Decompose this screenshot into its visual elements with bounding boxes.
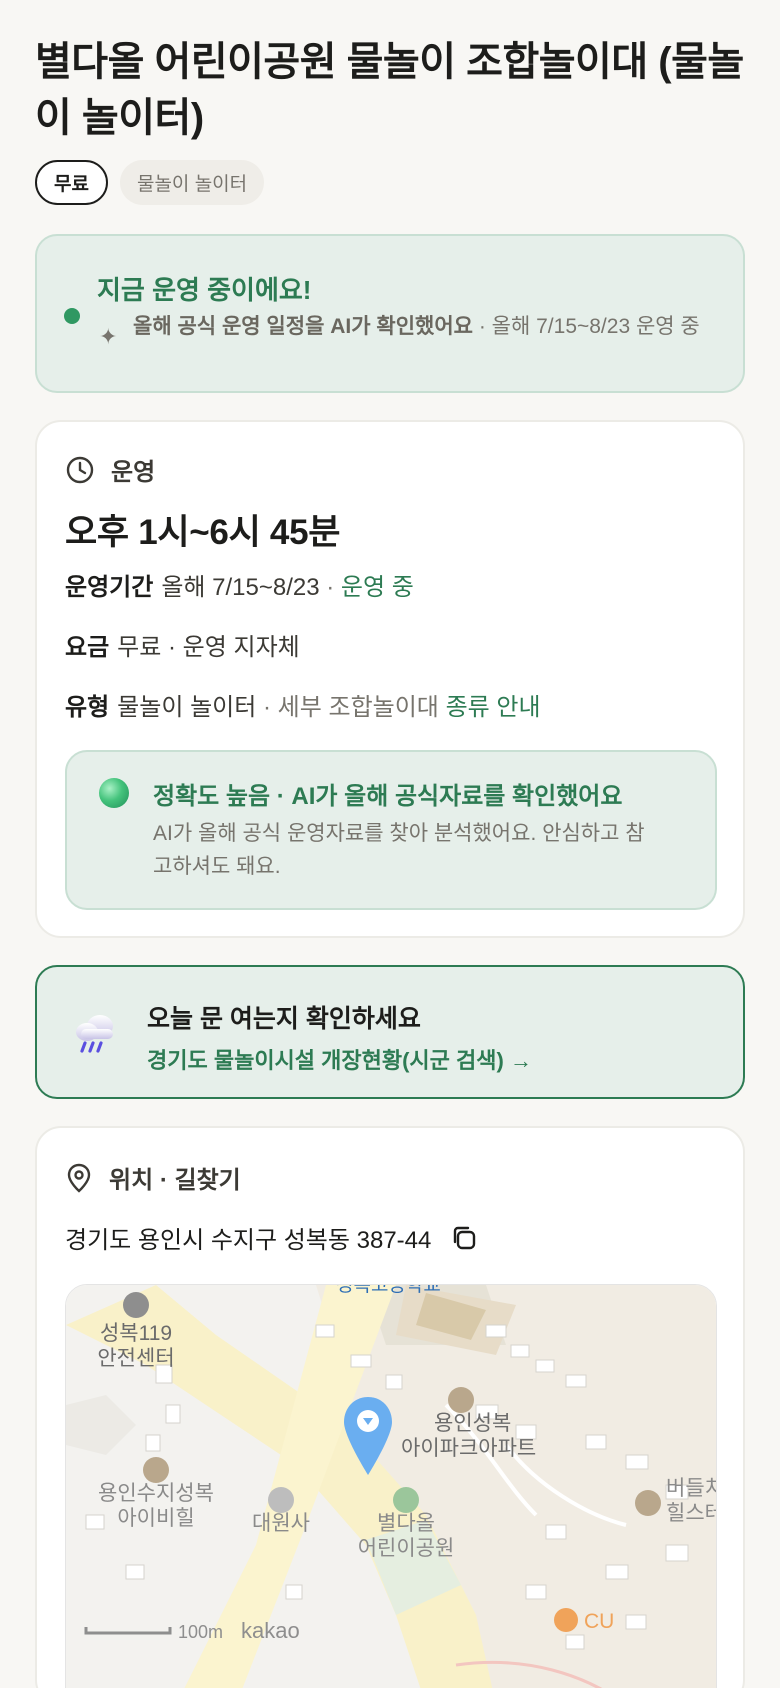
status-title: 지금 운영 중이에요! xyxy=(97,275,312,305)
location-pin-icon xyxy=(67,1163,91,1193)
type-row: 유형 물놀이 놀이터 · 세부 조합놀이대 종류 안내 xyxy=(65,687,541,722)
location-map[interactable]: 성복고등학교 성복119 안전센터 용인성복 아이파크아파트 용인수지성복 아이… xyxy=(65,1284,717,1688)
period-key: 운영기간 xyxy=(65,574,154,601)
accuracy-orb-icon xyxy=(99,778,129,808)
period-status: 운영 중 xyxy=(340,574,414,601)
period-row: 운영기간 올해 7/15~8/23 · 운영 중 xyxy=(65,567,414,602)
map-label-fire-2: 안전센터 xyxy=(97,1347,174,1370)
type-detail: · 세부 조합놀이대 xyxy=(256,694,439,721)
map-label-east-2: 힐스테 xyxy=(666,1502,717,1525)
location-header: 위치 · 길찾기 xyxy=(65,1160,241,1195)
map-label-east-1: 버들치 xyxy=(666,1477,717,1500)
fee-key: 요금 xyxy=(65,634,110,661)
map-canvas[interactable]: 성복고등학교 성복119 안전센터 용인성복 아이파크아파트 용인수지성복 아이… xyxy=(66,1285,717,1688)
copy-icon[interactable] xyxy=(449,1223,479,1253)
accuracy-title: 정확도 높음 · AI가 올해 공식자료를 확인했어요 xyxy=(153,783,623,810)
page: 별다올 어린이공원 물놀이 조합놀이대 (물놀이 놀이터) 무료 물놀이 놀이터… xyxy=(0,0,780,1688)
type-guide-link[interactable]: 종류 안내 xyxy=(446,694,541,721)
accuracy-box: 정확도 높음 · AI가 올해 공식자료를 확인했어요 AI가 올해 공식 운영… xyxy=(65,750,717,910)
map-label-apt1-1: 용인성복 xyxy=(434,1412,511,1435)
clock-icon xyxy=(66,456,94,483)
open-check-banner[interactable]: 오늘 문 여는지 확인하세요 경기도 물놀이시설 개장현황(시군 검색) → xyxy=(35,965,745,1099)
operating-hours: 오후 1시~6시 45분 xyxy=(65,513,341,552)
tag-chips: 무료 물놀이 놀이터 xyxy=(35,160,265,205)
sparkle-icon: ✦ xyxy=(99,324,118,349)
page-title: 별다올 어린이공원 물놀이 조합놀이대 (물놀이 놀이터) xyxy=(35,40,744,140)
map-brand: kakao xyxy=(241,1618,300,1643)
park-icon xyxy=(393,1487,419,1513)
map-label-apt2-1: 용인수지성복 xyxy=(98,1482,214,1505)
map-label-school: 성복고등학교 xyxy=(336,1285,441,1296)
check-status-link[interactable]: 경기도 물놀이시설 개장현황(시군 검색) → xyxy=(147,1043,532,1075)
period-sep: · xyxy=(319,574,341,601)
status-dot-icon xyxy=(64,308,80,324)
apartment-icon-3 xyxy=(635,1490,661,1516)
apartment-icon-1 xyxy=(448,1387,474,1413)
operation-header: 운영 xyxy=(65,452,155,487)
temple-icon xyxy=(268,1487,294,1513)
chip-category[interactable]: 물놀이 놀이터 xyxy=(119,160,265,205)
fee-row: 요금 무료 · 운영 지자체 xyxy=(65,627,300,662)
type-value: 물놀이 놀이터 xyxy=(117,694,257,721)
fee-value: 무료 · 운영 지자체 xyxy=(117,634,300,661)
map-label-store: CU xyxy=(584,1610,614,1633)
operation-card: 운영 오후 1시~6시 45분 운영기간 올해 7/15~8/23 · 운영 중 … xyxy=(35,420,745,938)
chip-free[interactable]: 무료 xyxy=(35,160,108,205)
accuracy-body: AI가 올해 공식 운영자료를 찾아 분석했어요. 안심하고 참고하셔도 돼요. xyxy=(153,822,645,878)
status-detail: · 올해 7/15~8/23 운영 중 xyxy=(472,315,700,338)
map-label-fire-1: 성복119 xyxy=(100,1322,172,1345)
map-label-park-1: 별다올 xyxy=(377,1512,435,1535)
map-label-temple: 대원사 xyxy=(252,1512,310,1535)
apartment-icon-2 xyxy=(143,1457,169,1483)
map-scale: 100m xyxy=(178,1622,223,1642)
map-label-park-2: 어린이공원 xyxy=(358,1537,455,1560)
fire-station-icon xyxy=(123,1292,149,1318)
map-label-apt2-2: 아이비힐 xyxy=(117,1507,194,1530)
rain-cloud-icon xyxy=(76,1015,113,1053)
address-text: 경기도 용인시 수지구 성복동 387-44 xyxy=(65,1227,432,1254)
location-label: 위치 · 길찾기 xyxy=(109,1167,241,1194)
status-ai-note: 올해 공식 운영 일정을 AI가 확인했어요 xyxy=(133,315,473,338)
address-row: 경기도 용인시 수지구 성복동 387-44 xyxy=(65,1220,479,1255)
location-card: 위치 · 길찾기 경기도 용인시 수지구 성복동 387-44 성복고등학교 성… xyxy=(35,1126,745,1688)
status-banner: 지금 운영 중이에요! ✦ 올해 공식 운영 일정을 AI가 확인했어요 · 올… xyxy=(35,234,745,393)
period-value: 올해 7/15~8/23 xyxy=(161,574,320,601)
status-subtitle: 올해 공식 운영 일정을 AI가 확인했어요 · 올해 7/15~8/23 운영… xyxy=(133,314,723,340)
check-title: 오늘 문 여는지 확인하세요 xyxy=(147,1005,421,1033)
store-icon xyxy=(554,1608,578,1632)
map-label-apt1-2: 아이파크아파트 xyxy=(401,1437,536,1460)
operation-label: 운영 xyxy=(111,459,156,486)
type-key: 유형 xyxy=(65,694,110,721)
